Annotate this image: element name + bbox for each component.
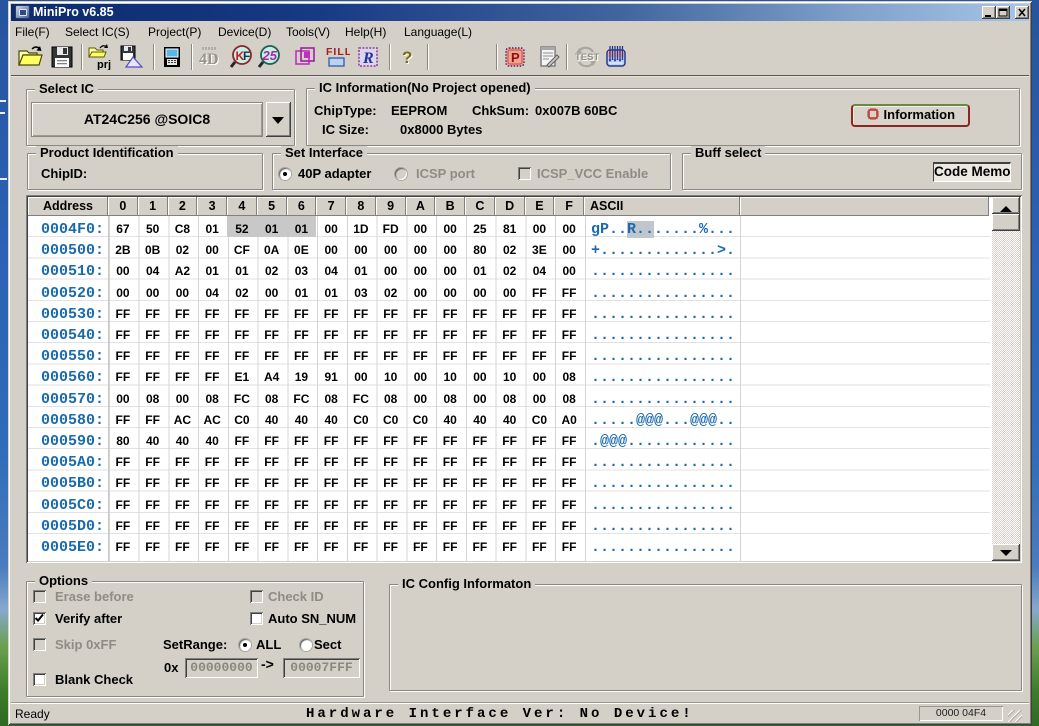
svg-text:TEST: TEST (575, 52, 599, 63)
svg-text:?: ? (402, 48, 412, 67)
svg-text:prj: prj (97, 59, 111, 70)
svg-text:4D: 4D (199, 51, 219, 68)
svg-text:F: F (243, 49, 250, 63)
svg-text:25: 25 (262, 48, 278, 63)
svg-text:P: P (511, 50, 520, 65)
svg-text:FILL: FILL (326, 46, 350, 58)
svg-text:R: R (362, 50, 374, 67)
